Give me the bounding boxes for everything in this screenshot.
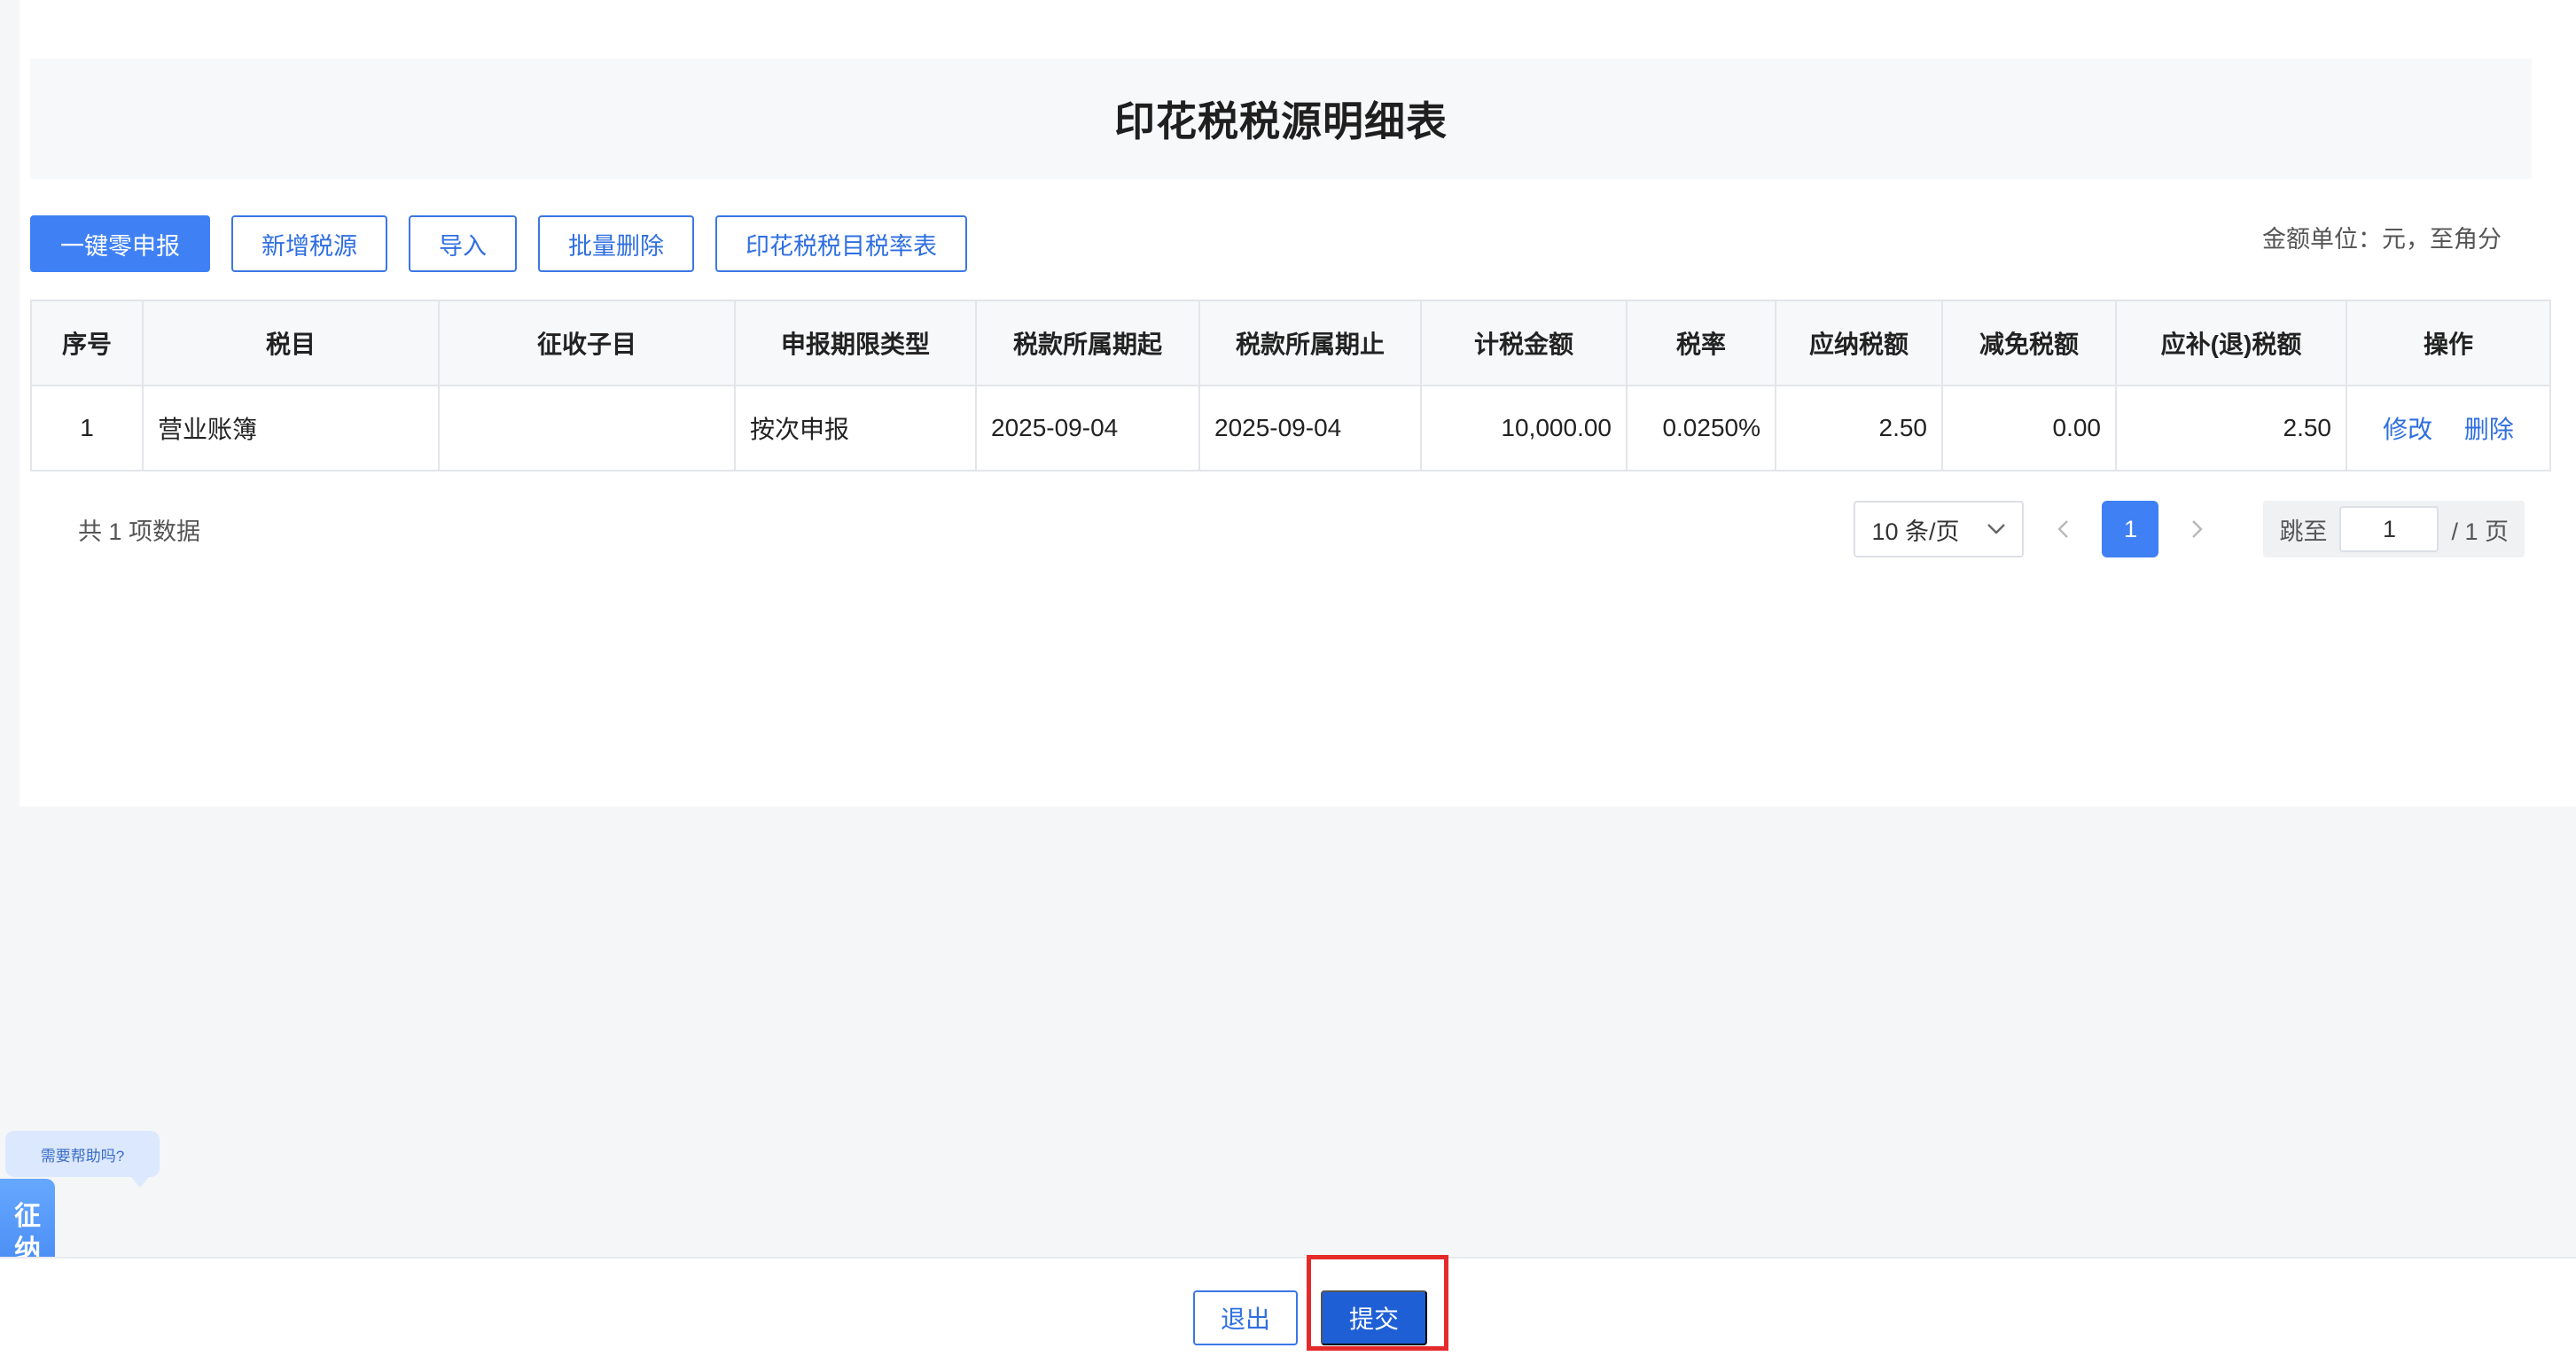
- edit-link[interactable]: 修改: [2383, 416, 2432, 443]
- col-header-tax-payable: 应纳税额: [1775, 300, 1943, 386]
- exit-button[interactable]: 退出: [1193, 1290, 1298, 1345]
- cell-item: 营业账簿: [142, 385, 440, 471]
- pagination: 10 条/页 1 跳至 / 1 页: [1854, 500, 2525, 558]
- side-tab-char: 征: [14, 1202, 41, 1231]
- cell-index: 1: [30, 385, 144, 471]
- col-header-index: 序号: [30, 300, 144, 386]
- col-header-operations: 操作: [2346, 300, 2551, 386]
- cell-tax-reduction: 0.00: [1941, 385, 2117, 471]
- total-count: 共 1 项数据: [78, 518, 201, 545]
- col-header-end: 税款所属期止: [1198, 300, 1422, 386]
- page-size-value: 10 条/页: [1871, 518, 1960, 545]
- cell-tax-payable: 2.50: [1775, 385, 1943, 471]
- jump-page-input[interactable]: [2339, 506, 2439, 552]
- page-jump: 跳至 / 1 页: [2263, 501, 2525, 557]
- jump-label: 跳至: [2279, 518, 2328, 545]
- import-button[interactable]: 导入: [409, 215, 517, 272]
- chevron-down-icon: [1987, 524, 2006, 534]
- cell-operations: 修改 删除: [2346, 385, 2551, 471]
- table-row: 1 营业账簿 按次申报 2025-09-04 2025-09-04 10,000…: [30, 385, 2551, 471]
- next-page-button[interactable]: [2174, 501, 2221, 557]
- chevron-left-icon: [2057, 520, 2069, 538]
- rate-table-button[interactable]: 印花税税目税率表: [715, 215, 967, 272]
- col-header-period-type: 申报期限类型: [734, 300, 977, 386]
- add-source-button[interactable]: 新增税源: [231, 215, 387, 272]
- col-header-tax-reduction: 减免税额: [1941, 300, 2117, 386]
- col-header-sub-item: 征收子目: [438, 300, 736, 386]
- amount-unit-label: 金额单位：元，至角分: [2262, 226, 2502, 253]
- page-header: 印花税税源明细表: [30, 58, 2532, 179]
- tax-source-table: 序号 税目 征收子目 申报期限类型 税款所属期起 税款所属期止 计税金额 税率 …: [30, 300, 2551, 471]
- cell-end-date: 2025-09-04: [1198, 385, 1422, 471]
- table-header-row: 序号 税目 征收子目 申报期限类型 税款所属期起 税款所属期止 计税金额 税率 …: [30, 300, 2551, 386]
- col-header-item: 税目: [142, 300, 440, 386]
- prev-page-button[interactable]: [2040, 501, 2086, 557]
- submit-button[interactable]: 提交: [1321, 1290, 1427, 1345]
- zero-declare-button[interactable]: 一键零申报: [30, 215, 210, 272]
- chevron-right-icon: [2192, 520, 2204, 538]
- cell-tax-due: 2.50: [2115, 385, 2347, 471]
- footer-bar: 退出 提交: [0, 1257, 2576, 1356]
- col-header-taxable-amount: 计税金额: [1420, 300, 1628, 386]
- toolbar: 一键零申报 新增税源 导入 批量删除 印花税税目税率表: [30, 214, 967, 273]
- cell-period-type: 按次申报: [734, 385, 977, 471]
- col-header-start: 税款所属期起: [975, 300, 1200, 386]
- help-bubble[interactable]: 需要帮助吗?: [5, 1131, 160, 1188]
- cell-sub-item: [438, 385, 736, 471]
- batch-delete-button[interactable]: 批量删除: [538, 215, 694, 272]
- page-number-current[interactable]: 1: [2102, 501, 2159, 557]
- total-pages-label: / 1 页: [2451, 518, 2509, 545]
- col-header-tax-due: 应补(退)税额: [2115, 300, 2347, 386]
- cell-start-date: 2025-09-04: [975, 385, 1200, 471]
- delete-link[interactable]: 删除: [2464, 416, 2514, 443]
- cell-rate: 0.0250%: [1626, 385, 1776, 471]
- cell-taxable-amount: 10,000.00: [1420, 385, 1628, 471]
- col-header-rate: 税率: [1626, 300, 1776, 386]
- page-title: 印花税税源明细表: [1114, 98, 1448, 144]
- page-size-select[interactable]: 10 条/页: [1854, 501, 2025, 557]
